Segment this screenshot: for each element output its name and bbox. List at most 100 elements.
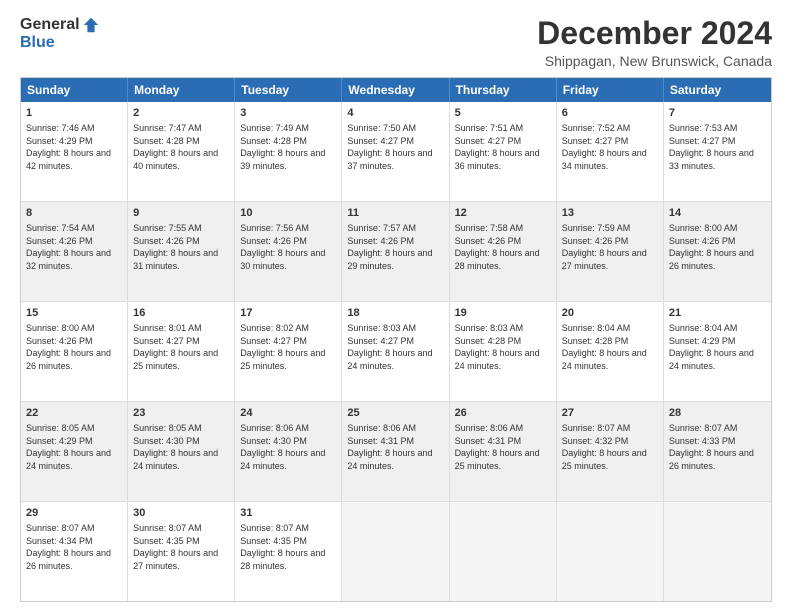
cell-info: Sunrise: 7:50 AM Sunset: 4:27 PM Dayligh… [347,122,443,172]
day-number: 6 [562,106,658,121]
day-number: 21 [669,306,766,321]
day-number: 24 [240,406,336,421]
header-thursday: Thursday [450,78,557,102]
calendar-cell: 4Sunrise: 7:50 AM Sunset: 4:27 PM Daylig… [342,102,449,201]
cell-info: Sunrise: 8:07 AM Sunset: 4:34 PM Dayligh… [26,522,122,572]
cell-info: Sunrise: 7:57 AM Sunset: 4:26 PM Dayligh… [347,222,443,272]
day-number: 11 [347,206,443,221]
cell-info: Sunrise: 7:59 AM Sunset: 4:26 PM Dayligh… [562,222,658,272]
calendar: Sunday Monday Tuesday Wednesday Thursday… [20,77,772,602]
day-number: 27 [562,406,658,421]
calendar-row-2: 15Sunrise: 8:00 AM Sunset: 4:26 PM Dayli… [21,301,771,401]
calendar-cell: 22Sunrise: 8:05 AM Sunset: 4:29 PM Dayli… [21,402,128,501]
cell-info: Sunrise: 8:00 AM Sunset: 4:26 PM Dayligh… [669,222,766,272]
title-section: December 2024 Shippagan, New Brunswick, … [537,16,772,69]
header-monday: Monday [128,78,235,102]
calendar-cell: 25Sunrise: 8:06 AM Sunset: 4:31 PM Dayli… [342,402,449,501]
calendar-cell: 24Sunrise: 8:06 AM Sunset: 4:30 PM Dayli… [235,402,342,501]
cell-info: Sunrise: 8:07 AM Sunset: 4:32 PM Dayligh… [562,422,658,472]
cell-info: Sunrise: 7:52 AM Sunset: 4:27 PM Dayligh… [562,122,658,172]
calendar-cell: 20Sunrise: 8:04 AM Sunset: 4:28 PM Dayli… [557,302,664,401]
logo-general-text: General [20,16,80,34]
calendar-cell: 14Sunrise: 8:00 AM Sunset: 4:26 PM Dayli… [664,202,771,301]
calendar-cell: 1Sunrise: 7:46 AM Sunset: 4:29 PM Daylig… [21,102,128,201]
cell-info: Sunrise: 7:53 AM Sunset: 4:27 PM Dayligh… [669,122,766,172]
cell-info: Sunrise: 8:04 AM Sunset: 4:28 PM Dayligh… [562,322,658,372]
calendar-cell: 12Sunrise: 7:58 AM Sunset: 4:26 PM Dayli… [450,202,557,301]
day-number: 2 [133,106,229,121]
cell-info: Sunrise: 7:46 AM Sunset: 4:29 PM Dayligh… [26,122,122,172]
day-number: 23 [133,406,229,421]
cell-info: Sunrise: 8:03 AM Sunset: 4:27 PM Dayligh… [347,322,443,372]
calendar-cell: 19Sunrise: 8:03 AM Sunset: 4:28 PM Dayli… [450,302,557,401]
calendar-cell: 10Sunrise: 7:56 AM Sunset: 4:26 PM Dayli… [235,202,342,301]
logo: General Blue [20,16,100,52]
day-number: 13 [562,206,658,221]
day-number: 5 [455,106,551,121]
calendar-cell: 27Sunrise: 8:07 AM Sunset: 4:32 PM Dayli… [557,402,664,501]
day-number: 19 [455,306,551,321]
header-wednesday: Wednesday [342,78,449,102]
calendar-cell: 26Sunrise: 8:06 AM Sunset: 4:31 PM Dayli… [450,402,557,501]
calendar-cell: 17Sunrise: 8:02 AM Sunset: 4:27 PM Dayli… [235,302,342,401]
cell-info: Sunrise: 8:07 AM Sunset: 4:35 PM Dayligh… [240,522,336,572]
header-tuesday: Tuesday [235,78,342,102]
day-number: 28 [669,406,766,421]
day-number: 7 [669,106,766,121]
header-friday: Friday [557,78,664,102]
cell-info: Sunrise: 7:58 AM Sunset: 4:26 PM Dayligh… [455,222,551,272]
calendar-body: 1Sunrise: 7:46 AM Sunset: 4:29 PM Daylig… [21,102,771,601]
cell-info: Sunrise: 8:06 AM Sunset: 4:30 PM Dayligh… [240,422,336,472]
calendar-cell: 16Sunrise: 8:01 AM Sunset: 4:27 PM Dayli… [128,302,235,401]
cell-info: Sunrise: 7:51 AM Sunset: 4:27 PM Dayligh… [455,122,551,172]
day-number: 26 [455,406,551,421]
cell-info: Sunrise: 8:02 AM Sunset: 4:27 PM Dayligh… [240,322,336,372]
day-number: 4 [347,106,443,121]
cell-info: Sunrise: 7:55 AM Sunset: 4:26 PM Dayligh… [133,222,229,272]
calendar-cell: 31Sunrise: 8:07 AM Sunset: 4:35 PM Dayli… [235,502,342,601]
day-number: 22 [26,406,122,421]
main-title: December 2024 [537,16,772,51]
cell-info: Sunrise: 7:47 AM Sunset: 4:28 PM Dayligh… [133,122,229,172]
calendar-cell [342,502,449,601]
calendar-cell: 7Sunrise: 7:53 AM Sunset: 4:27 PM Daylig… [664,102,771,201]
cell-info: Sunrise: 8:06 AM Sunset: 4:31 PM Dayligh… [347,422,443,472]
day-number: 25 [347,406,443,421]
cell-info: Sunrise: 8:03 AM Sunset: 4:28 PM Dayligh… [455,322,551,372]
day-number: 20 [562,306,658,321]
day-number: 16 [133,306,229,321]
calendar-cell: 21Sunrise: 8:04 AM Sunset: 4:29 PM Dayli… [664,302,771,401]
calendar-row-3: 22Sunrise: 8:05 AM Sunset: 4:29 PM Dayli… [21,401,771,501]
day-number: 14 [669,206,766,221]
calendar-cell: 5Sunrise: 7:51 AM Sunset: 4:27 PM Daylig… [450,102,557,201]
cell-info: Sunrise: 8:01 AM Sunset: 4:27 PM Dayligh… [133,322,229,372]
cell-info: Sunrise: 7:54 AM Sunset: 4:26 PM Dayligh… [26,222,122,272]
cell-info: Sunrise: 8:05 AM Sunset: 4:29 PM Dayligh… [26,422,122,472]
day-number: 29 [26,506,122,521]
day-number: 3 [240,106,336,121]
calendar-cell [450,502,557,601]
calendar-row-4: 29Sunrise: 8:07 AM Sunset: 4:34 PM Dayli… [21,501,771,601]
calendar-cell: 6Sunrise: 7:52 AM Sunset: 4:27 PM Daylig… [557,102,664,201]
calendar-cell [664,502,771,601]
calendar-row-0: 1Sunrise: 7:46 AM Sunset: 4:29 PM Daylig… [21,102,771,201]
calendar-cell: 3Sunrise: 7:49 AM Sunset: 4:28 PM Daylig… [235,102,342,201]
day-number: 30 [133,506,229,521]
cell-info: Sunrise: 8:05 AM Sunset: 4:30 PM Dayligh… [133,422,229,472]
calendar-cell: 23Sunrise: 8:05 AM Sunset: 4:30 PM Dayli… [128,402,235,501]
logo-blue-text: Blue [20,34,55,52]
calendar-cell: 29Sunrise: 8:07 AM Sunset: 4:34 PM Dayli… [21,502,128,601]
calendar-cell: 2Sunrise: 7:47 AM Sunset: 4:28 PM Daylig… [128,102,235,201]
subtitle: Shippagan, New Brunswick, Canada [537,53,772,69]
calendar-row-1: 8Sunrise: 7:54 AM Sunset: 4:26 PM Daylig… [21,201,771,301]
calendar-header: Sunday Monday Tuesday Wednesday Thursday… [21,78,771,102]
cell-info: Sunrise: 8:04 AM Sunset: 4:29 PM Dayligh… [669,322,766,372]
calendar-cell: 8Sunrise: 7:54 AM Sunset: 4:26 PM Daylig… [21,202,128,301]
day-number: 8 [26,206,122,221]
page: General Blue December 2024 Shippagan, Ne… [0,0,792,612]
calendar-cell: 11Sunrise: 7:57 AM Sunset: 4:26 PM Dayli… [342,202,449,301]
cell-info: Sunrise: 7:56 AM Sunset: 4:26 PM Dayligh… [240,222,336,272]
calendar-cell: 13Sunrise: 7:59 AM Sunset: 4:26 PM Dayli… [557,202,664,301]
cell-info: Sunrise: 8:07 AM Sunset: 4:35 PM Dayligh… [133,522,229,572]
day-number: 9 [133,206,229,221]
